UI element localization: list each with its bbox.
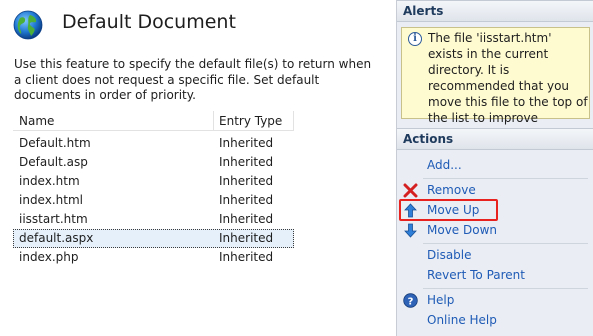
disable-action[interactable]: Disable xyxy=(397,246,593,265)
column-separator[interactable] xyxy=(213,111,214,131)
table-row[interactable]: index.htm Inherited xyxy=(13,172,294,191)
disable-label[interactable]: Disable xyxy=(427,248,472,262)
alerts-header[interactable]: Alerts xyxy=(397,0,593,22)
table-row[interactable]: iisstart.htm Inherited xyxy=(13,210,294,229)
cell-name: index.htm xyxy=(19,174,80,188)
table-row-selected[interactable]: default.aspx Inherited xyxy=(13,229,294,248)
cell-name: index.php xyxy=(19,250,79,264)
move-down-label[interactable]: Move Down xyxy=(427,223,497,237)
cell-entry-type: Inherited xyxy=(219,174,274,188)
cell-entry-type: Inherited xyxy=(219,250,274,264)
remove-action[interactable]: Remove xyxy=(397,181,593,200)
list-rows: Default.htm Inherited Default.asp Inheri… xyxy=(13,134,294,267)
actions-pane: Alerts i The file 'iisstart.htm' exists … xyxy=(396,0,593,336)
cell-name: default.aspx xyxy=(19,231,94,245)
help-action[interactable]: ? Help xyxy=(397,291,593,310)
default-documents-list[interactable]: Name Entry Type Default.htm Inherited De… xyxy=(13,111,294,267)
revert-to-parent-label[interactable]: Revert To Parent xyxy=(427,268,525,282)
cell-name: index.html xyxy=(19,193,83,207)
alert-message-box: i The file 'iisstart.htm' exists in the … xyxy=(401,27,590,141)
cell-entry-type: Inherited xyxy=(219,231,274,245)
cell-entry-type: Inherited xyxy=(219,155,274,169)
feature-pane: Default Document Use this feature to spe… xyxy=(0,0,395,336)
divider xyxy=(423,288,588,289)
alert-message: The file 'iisstart.htm' exists in the cu… xyxy=(428,31,588,141)
table-row[interactable]: Default.asp Inherited xyxy=(13,153,294,172)
divider xyxy=(423,178,588,179)
table-row[interactable]: index.html Inherited xyxy=(13,191,294,210)
column-header-name[interactable]: Name xyxy=(19,114,54,128)
info-icon: i xyxy=(408,32,422,46)
online-help-label[interactable]: Online Help xyxy=(427,313,497,327)
list-header: Name Entry Type xyxy=(13,111,294,131)
page-title: Default Document xyxy=(62,11,236,33)
blue-down-arrow-icon xyxy=(404,223,417,238)
cell-entry-type: Inherited xyxy=(219,136,274,150)
table-row[interactable]: Default.htm Inherited xyxy=(13,134,294,153)
actions-header[interactable]: Actions xyxy=(397,128,593,150)
column-separator[interactable] xyxy=(293,111,294,131)
add-action[interactable]: Add... xyxy=(397,156,593,175)
cell-name: iisstart.htm xyxy=(19,212,88,226)
feature-description: Use this feature to specify the default … xyxy=(14,57,372,102)
table-row[interactable]: index.php Inherited xyxy=(13,248,294,267)
divider xyxy=(423,243,588,244)
help-label[interactable]: Help xyxy=(427,293,454,307)
online-help-action[interactable]: Online Help xyxy=(397,311,593,330)
cell-entry-type: Inherited xyxy=(219,212,274,226)
add-label[interactable]: Add... xyxy=(427,158,462,172)
help-icon: ? xyxy=(403,293,418,308)
red-x-icon xyxy=(403,183,418,198)
cell-name: Default.asp xyxy=(19,155,88,169)
remove-label[interactable]: Remove xyxy=(427,183,476,197)
svg-text:?: ? xyxy=(408,296,414,307)
annotation-highlight-box xyxy=(399,199,498,221)
move-down-action[interactable]: Move Down xyxy=(397,221,593,240)
cell-name: Default.htm xyxy=(19,136,91,150)
revert-to-parent-action[interactable]: Revert To Parent xyxy=(397,266,593,285)
column-header-entry-type[interactable]: Entry Type xyxy=(219,114,282,128)
cell-entry-type: Inherited xyxy=(219,193,274,207)
globe-icon xyxy=(13,10,43,40)
